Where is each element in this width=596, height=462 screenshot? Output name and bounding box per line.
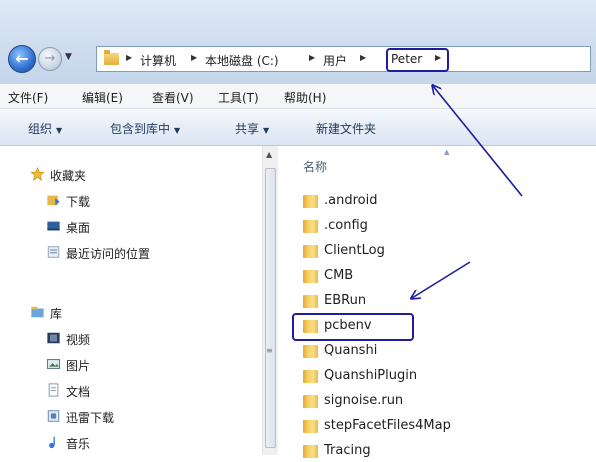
annotation-arrows: [0, 0, 523, 455]
arrow-to-peter: [433, 86, 523, 197]
arrow-to-folder: [412, 261, 471, 298]
